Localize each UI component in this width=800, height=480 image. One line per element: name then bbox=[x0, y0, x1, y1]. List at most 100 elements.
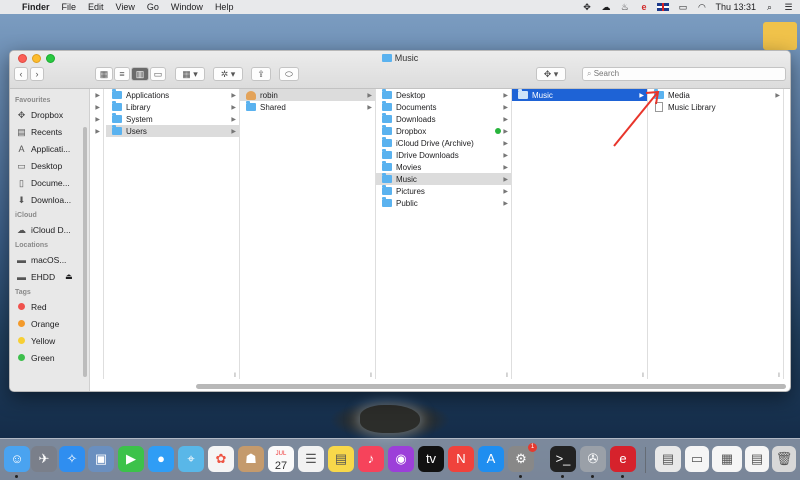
music-icon[interactable]: ♪ bbox=[358, 446, 384, 472]
gallery-view-button[interactable]: ▭ bbox=[150, 67, 166, 81]
sidebar-item-macos[interactable]: ▬ macOS... bbox=[10, 251, 89, 268]
dropbox-status-icon[interactable]: ✥ bbox=[581, 2, 592, 12]
list-item[interactable]: ▶ bbox=[90, 113, 103, 125]
sidebar-tag-green[interactable]: Green bbox=[10, 349, 89, 366]
apple-tv-icon[interactable]: tv bbox=[418, 446, 444, 472]
folder-library[interactable]: Library ▶ bbox=[106, 101, 239, 113]
notes-icon[interactable]: ▤ bbox=[328, 446, 354, 472]
menu-app-finder[interactable]: Finder bbox=[22, 2, 50, 12]
contacts-icon[interactable]: ☗ bbox=[238, 446, 264, 472]
desktop-folder-icon[interactable] bbox=[763, 22, 797, 50]
list-view-button[interactable]: ≡ bbox=[114, 67, 130, 81]
menu-file[interactable]: File bbox=[62, 2, 77, 12]
screenshot-thumbnail-icon[interactable]: ▦ bbox=[712, 446, 742, 472]
horizontal-scrollbar[interactable] bbox=[196, 384, 786, 389]
facetime-icon[interactable]: ▶ bbox=[118, 446, 144, 472]
file-thumbnail-icon[interactable]: ▤ bbox=[745, 446, 769, 472]
reminders-icon[interactable]: ☰ bbox=[298, 446, 324, 472]
column-resize-handle[interactable]: ‖ bbox=[234, 373, 236, 379]
app-store-icon[interactable]: A bbox=[478, 446, 504, 472]
folder-shared[interactable]: Shared ▶ bbox=[240, 101, 375, 113]
sidebar-item-icloud-drive[interactable]: ☁ iCloud D... bbox=[10, 221, 89, 238]
dropbox-toolbar-button[interactable]: ✥ ▾ bbox=[536, 67, 566, 81]
sidebar-item-downloads[interactable]: ⬇ Downloa... bbox=[10, 191, 89, 208]
eject-icon[interactable]: ⏏ bbox=[65, 272, 73, 281]
document-thumbnail-icon[interactable]: ▭ bbox=[685, 446, 709, 472]
folder-idrive-downloads[interactable]: IDrive Downloads ▶ bbox=[376, 149, 511, 161]
menu-edit[interactable]: Edit bbox=[88, 2, 104, 12]
idrive-icon[interactable]: ♨ bbox=[619, 2, 630, 12]
sidebar-item-applications[interactable]: A Applicati... bbox=[10, 140, 89, 157]
back-button[interactable]: ‹ bbox=[14, 67, 28, 81]
folder-documents[interactable]: Documents ▶ bbox=[376, 101, 511, 113]
folder-desktop[interactable]: Desktop ▶ bbox=[376, 89, 511, 101]
launchpad-icon[interactable]: ✈ bbox=[31, 446, 57, 472]
column-resize-handle[interactable]: ‖ bbox=[370, 373, 372, 379]
column-resize-handle[interactable]: ‖ bbox=[642, 373, 644, 379]
column-view-button[interactable]: ▥ bbox=[131, 67, 149, 81]
maps-icon[interactable]: ⌖ bbox=[178, 446, 204, 472]
menu-view[interactable]: View bbox=[116, 2, 135, 12]
list-item[interactable]: ▶ bbox=[90, 125, 103, 137]
sidebar-item-ehdd[interactable]: ▬ EHDD ⏏ bbox=[10, 268, 89, 285]
finder-icon[interactable]: ☺ bbox=[4, 446, 30, 472]
preview-icon[interactable]: ▣ bbox=[88, 446, 114, 472]
sidebar-item-documents[interactable]: ▯ Docume... bbox=[10, 174, 89, 191]
calendar-icon[interactable]: JUL 27 bbox=[268, 446, 294, 472]
clock[interactable]: Thu 13:31 bbox=[715, 2, 756, 12]
folder-downloads[interactable]: Downloads ▶ bbox=[376, 113, 511, 125]
lastpass-icon[interactable]: e bbox=[638, 2, 649, 12]
sidebar-tag-yellow[interactable]: Yellow bbox=[10, 332, 89, 349]
messages-icon[interactable]: ● bbox=[148, 446, 174, 472]
control-list-icon[interactable]: ☰ bbox=[783, 2, 794, 12]
folder-public[interactable]: Public ▶ bbox=[376, 197, 511, 209]
folder-robin[interactable]: robin ▶ bbox=[240, 89, 375, 101]
menu-window[interactable]: Window bbox=[171, 2, 203, 12]
forward-button[interactable]: › bbox=[30, 67, 44, 81]
folder-music-selected[interactable]: Music ▶ bbox=[512, 89, 647, 101]
folder-applications[interactable]: Applications ▶ bbox=[106, 89, 239, 101]
news-icon[interactable]: N bbox=[448, 446, 474, 472]
sidebar-item-dropbox[interactable]: ✥ Dropbox bbox=[10, 106, 89, 123]
sidebar-item-desktop[interactable]: ▭ Desktop bbox=[10, 157, 89, 174]
icon-view-button[interactable]: ▦ bbox=[95, 67, 113, 81]
folder-system[interactable]: System ▶ bbox=[106, 113, 239, 125]
sidebar-item-recents[interactable]: ▤ Recents bbox=[10, 123, 89, 140]
list-item[interactable]: ▶ bbox=[90, 101, 103, 113]
column-resize-handle[interactable]: ‖ bbox=[506, 373, 508, 379]
disk-utility-icon[interactable]: ✇ bbox=[580, 446, 606, 472]
photos-icon[interactable]: ✿ bbox=[208, 446, 234, 472]
menu-help[interactable]: Help bbox=[215, 2, 234, 12]
folder-dropbox[interactable]: Dropbox ▶ bbox=[376, 125, 511, 137]
spotlight-icon[interactable]: ⌕ bbox=[764, 2, 775, 12]
uk-flag-input-icon[interactable] bbox=[657, 3, 670, 11]
folder-music[interactable]: Music ▶ bbox=[376, 173, 511, 185]
lastpass-dock-icon[interactable]: e bbox=[610, 446, 636, 472]
wifi-icon[interactable]: ◠ bbox=[696, 2, 707, 12]
file-music-library[interactable]: Music Library bbox=[648, 101, 783, 113]
tags-button[interactable]: ⬭ bbox=[279, 67, 299, 81]
search-field[interactable]: ⌕ bbox=[582, 67, 786, 81]
sidebar-tag-red[interactable]: Red bbox=[10, 298, 89, 315]
folder-users[interactable]: Users ▶ bbox=[106, 125, 239, 137]
share-button[interactable]: ⇪ bbox=[251, 67, 271, 81]
sidebar-scrollbar[interactable] bbox=[83, 127, 87, 377]
safari-icon[interactable]: ✧ bbox=[59, 446, 85, 472]
system-preferences-icon[interactable]: ⚙ 1 bbox=[508, 443, 537, 472]
sidebar-tag-orange[interactable]: Orange bbox=[10, 315, 89, 332]
cloud-upload-icon[interactable]: ☁ bbox=[600, 2, 611, 12]
podcasts-icon[interactable]: ◉ bbox=[388, 446, 414, 472]
search-input[interactable] bbox=[593, 69, 764, 78]
folder-movies[interactable]: Movies ▶ bbox=[376, 161, 511, 173]
trash-icon[interactable]: 🗑 bbox=[772, 446, 796, 472]
column-resize-handle[interactable]: ‖ bbox=[778, 373, 780, 379]
action-gear-button[interactable]: ✲ ▾ bbox=[213, 67, 243, 81]
list-item[interactable]: ▶ bbox=[90, 89, 103, 101]
folder-icloud-archive[interactable]: iCloud Drive (Archive) ▶ bbox=[376, 137, 511, 149]
group-button[interactable]: ▦ ▾ bbox=[175, 67, 205, 81]
folder-media[interactable]: Media ▶ bbox=[648, 89, 783, 101]
menu-go[interactable]: Go bbox=[147, 2, 159, 12]
folder-pictures[interactable]: Pictures ▶ bbox=[376, 185, 511, 197]
airplay-icon[interactable]: ▭ bbox=[677, 2, 688, 12]
downloads-stack-icon[interactable]: ▤ bbox=[655, 446, 681, 472]
